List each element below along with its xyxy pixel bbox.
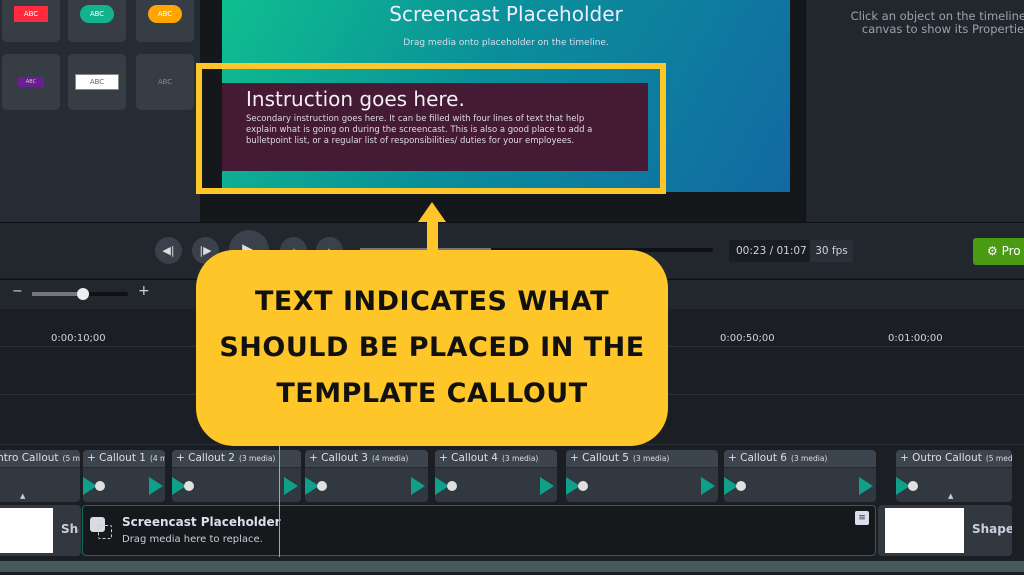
transition-out-icon[interactable] [411, 477, 425, 495]
group-name: Callout 4 [451, 452, 498, 464]
group-media: (3 media) [238, 454, 276, 463]
produce-label: Pro [1001, 244, 1021, 258]
group-name: Outro Callout [912, 452, 982, 464]
zoom-out-button[interactable]: − [12, 284, 23, 299]
annotation-callout: TEXT INDICATES WHAT SHOULD BE PLACED IN … [196, 250, 668, 446]
shape-clip-left[interactable]: Shape [0, 505, 81, 556]
ruler-tick-label: 0:00:50;00 [720, 333, 775, 344]
library-panel: ABC ABC ABC ABC ABC ABC [0, 0, 200, 222]
shape-label: Shape [972, 522, 1012, 536]
group-media: (5 media) [62, 454, 80, 463]
notes-icon[interactable]: ≡ [855, 511, 869, 525]
library-tile-cloud-green[interactable]: ABC [68, 0, 126, 42]
arrow-up-icon [418, 202, 446, 222]
preview-subtitle: Drag media onto placeholder on the timel… [403, 38, 609, 48]
ruler-tick-label: 0:00:10;00 [51, 333, 106, 344]
group-media: (5 media) [985, 454, 1012, 463]
group-name: Callout 6 [740, 452, 787, 464]
time-readout: 00:23 / 01:07 [736, 245, 807, 257]
group-media: (3 media) [790, 454, 828, 463]
preview-title: Screencast Placeholder [389, 2, 623, 26]
library-tile-text[interactable]: ABC [136, 54, 194, 110]
transition-out-icon[interactable] [149, 477, 163, 495]
callout-group-4[interactable]: + Callout 4 (3 media) [435, 450, 557, 502]
shape-label: Shape [61, 522, 79, 536]
zoom-slider[interactable] [32, 288, 128, 300]
callout-group-5[interactable]: + Callout 5 (3 media) [566, 450, 718, 502]
group-name: Callout 1 [99, 452, 146, 464]
ruler-tick-label: 0:01:00;00 [888, 333, 943, 344]
group-media: (3 media) [501, 454, 539, 463]
group-media: (4 media) [149, 454, 165, 463]
fps-readout: 30 fps [810, 240, 853, 262]
callout-group-3[interactable]: + Callout 3 (4 media) [305, 450, 428, 502]
transition-out-icon[interactable] [859, 477, 873, 495]
callout-group-intro[interactable]: Intro Callout(5 media)▲ [0, 450, 80, 502]
time-display: 00:23 / 01:07 30 fps [729, 240, 853, 262]
produce-button[interactable]: ⚙ Pro [973, 238, 1024, 265]
placeholder-subtitle: Drag media here to replace. [122, 534, 263, 545]
library-tile-speech-red[interactable]: ABC [2, 0, 60, 42]
callout-group-1[interactable]: + Callout 1(4 media) [83, 450, 165, 502]
group-name: Callout 3 [321, 452, 368, 464]
transition-out-icon[interactable] [284, 477, 298, 495]
group-media: (4 media) [371, 454, 409, 463]
group-name: Intro Callout [0, 452, 59, 464]
playhead[interactable] [279, 440, 280, 557]
zoom-in-button[interactable]: + [138, 283, 150, 299]
group-name: Callout 2 [188, 452, 235, 464]
library-tile-cloud-orange[interactable]: ABC [136, 0, 194, 42]
annotation-arrow [427, 218, 438, 252]
annotation-text: TEXT INDICATES WHAT SHOULD BE PLACED IN … [219, 286, 645, 409]
screencast-placeholder-clip[interactable]: Screencast Placeholder Drag media here t… [82, 505, 876, 556]
placeholder-title: Screencast Placeholder [122, 515, 281, 529]
group-name: Callout 5 [582, 452, 629, 464]
transition-out-icon[interactable] [701, 477, 715, 495]
transition-out-icon[interactable] [540, 477, 554, 495]
library-tile-arrow-purple[interactable]: ABC [2, 54, 60, 110]
callout-group-2[interactable]: + Callout 2 (3 media) [172, 450, 301, 502]
group-media: (3 media) [632, 454, 670, 463]
properties-panel: Click an object on the timeline or canva… [805, 0, 1024, 222]
library-tile-box-white[interactable]: ABC [68, 54, 126, 110]
properties-hint: Click an object on the timeline or canva… [850, 9, 1024, 36]
step-back-icon[interactable]: ◀| [155, 237, 182, 264]
gear-icon: ⚙ [987, 244, 998, 258]
timeline-scrollbar[interactable] [0, 561, 1024, 572]
shape-clip-right[interactable]: Shape [878, 505, 1012, 556]
callout-group-outro[interactable]: + Outro Callout(5 media)▲ [896, 450, 1012, 502]
highlight-frame [196, 63, 666, 194]
callout-group-6[interactable]: + Callout 6 (3 media) [724, 450, 876, 502]
zoom-slider-handle[interactable] [77, 288, 89, 300]
